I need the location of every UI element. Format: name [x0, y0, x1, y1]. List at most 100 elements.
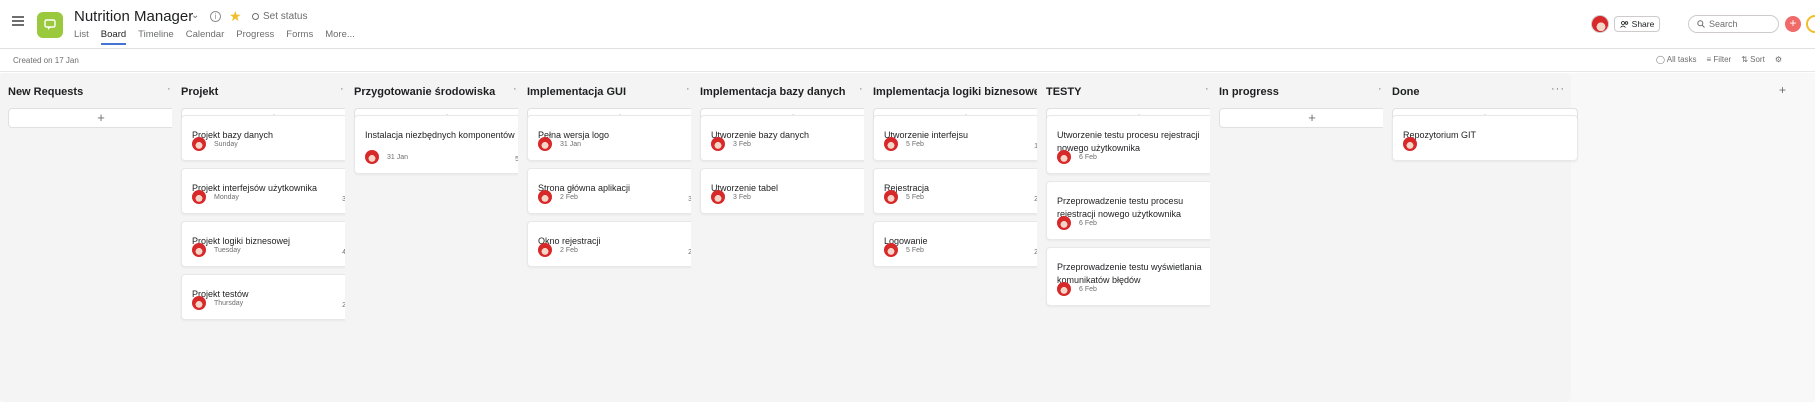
due-date[interactable]: 2 Feb: [560, 247, 578, 254]
add-task-button[interactable]: +: [8, 108, 194, 128]
tab-progress[interactable]: Progress: [236, 29, 274, 45]
chevron-down-icon[interactable]: ⌄: [191, 10, 199, 21]
task-footer: 5 Feb: [884, 137, 924, 151]
assignee-avatar[interactable]: [538, 137, 552, 151]
tab-more[interactable]: More...: [325, 29, 355, 45]
project-icon: [37, 12, 63, 38]
task-footer: 3 Feb: [711, 137, 751, 151]
due-date[interactable]: 5 Feb: [906, 247, 924, 254]
project-title[interactable]: Nutrition Manager: [74, 8, 193, 25]
task-card[interactable]: Utworzenie tabel 3 Feb: [700, 168, 886, 214]
people-icon: [1619, 20, 1628, 28]
due-date[interactable]: 6 Feb: [1079, 286, 1097, 293]
column-title[interactable]: Done: [1392, 86, 1420, 98]
assignee-avatar[interactable]: [538, 190, 552, 204]
task-card[interactable]: Utworzenie interfejsu5 Feb1: [873, 115, 1059, 161]
info-icon[interactable]: i: [210, 11, 221, 22]
assignee-avatar[interactable]: [1057, 216, 1071, 230]
task-card[interactable]: Utworzenie testu procesu rejestracji now…: [1046, 115, 1232, 174]
tab-timeline[interactable]: Timeline: [138, 29, 174, 45]
due-date[interactable]: Thursday: [214, 300, 243, 307]
task-card[interactable]: Projekt logiki biznesowejTuesday4: [181, 221, 367, 267]
assignee-avatar[interactable]: [1403, 137, 1417, 151]
column-title[interactable]: Projekt: [181, 86, 218, 98]
assignee-avatar[interactable]: [365, 150, 379, 164]
due-date[interactable]: 31 Jan: [560, 141, 581, 148]
assignee-avatar[interactable]: [1057, 282, 1071, 296]
column-title[interactable]: In progress: [1219, 86, 1279, 98]
search-input[interactable]: Search: [1688, 15, 1779, 33]
task-card[interactable]: Przeprowadzenie testu procesu rejestracj…: [1046, 181, 1232, 240]
column-title[interactable]: Przygotowanie środowiska: [354, 86, 495, 98]
column-title[interactable]: Implementacja bazy danych: [700, 86, 846, 98]
share-button[interactable]: Share: [1614, 16, 1660, 32]
assignee-avatar[interactable]: [1057, 150, 1071, 164]
assignee-avatar[interactable]: [884, 190, 898, 204]
column-title[interactable]: New Requests: [8, 86, 83, 98]
share-label: Share: [1631, 19, 1655, 29]
column-title[interactable]: Implementacja GUI: [527, 86, 626, 98]
star-icon[interactable]: ★: [229, 8, 242, 25]
tab-calendar[interactable]: Calendar: [186, 29, 225, 45]
task-card[interactable]: Strona główna aplikacji2 Feb3: [527, 168, 713, 214]
create-button[interactable]: +: [1785, 16, 1801, 32]
add-section-button[interactable]: +: [1779, 83, 1786, 97]
filter-button[interactable]: ≡ Filter: [1707, 55, 1732, 64]
column: New Requests···+: [0, 73, 194, 402]
due-date[interactable]: Sunday: [214, 141, 238, 148]
task-footer: Monday: [192, 190, 239, 204]
avatar[interactable]: [1591, 15, 1609, 33]
all-tasks-button[interactable]: ◯ All tasks: [1656, 55, 1697, 64]
task-card[interactable]: Projekt interfejsów użytkownikaMonday3: [181, 168, 367, 214]
due-date[interactable]: 3 Feb: [733, 194, 751, 201]
assignee-avatar[interactable]: [884, 243, 898, 257]
due-date[interactable]: 6 Feb: [1079, 220, 1097, 227]
assignee-avatar[interactable]: [192, 243, 206, 257]
task-card[interactable]: Projekt bazy danych Sunday: [181, 115, 367, 161]
task-card[interactable]: Repozytorium GIT: [1392, 115, 1578, 161]
assignee-avatar[interactable]: [538, 243, 552, 257]
assignee-avatar[interactable]: [192, 190, 206, 204]
due-date[interactable]: 5 Feb: [906, 194, 924, 201]
due-date[interactable]: Tuesday: [214, 247, 241, 254]
column-title[interactable]: Implementacja logiki biznesowej: [873, 86, 1043, 98]
assignee-avatar[interactable]: [711, 190, 725, 204]
tab-board[interactable]: Board: [100, 29, 127, 45]
due-date[interactable]: 5 Feb: [906, 141, 924, 148]
task-footer: Thursday: [192, 296, 243, 310]
set-status-button[interactable]: Set status: [263, 11, 307, 22]
settings-icon[interactable]: ⚙: [1775, 55, 1782, 64]
more-icon[interactable]: ···: [1551, 83, 1565, 95]
task-card[interactable]: Rejestracja5 Feb2: [873, 168, 1059, 214]
due-date[interactable]: Monday: [214, 194, 239, 201]
assignee-avatar[interactable]: [711, 137, 725, 151]
task-card[interactable]: Przeprowadzenie testu wyświetlania komun…: [1046, 247, 1232, 306]
filter-label: Filter: [1713, 55, 1732, 64]
task-card[interactable]: Okno rejestracji2 Feb2: [527, 221, 713, 267]
due-date[interactable]: 2 Feb: [560, 194, 578, 201]
task-footer: 5 Feb: [884, 190, 924, 204]
tab-list[interactable]: List: [74, 29, 89, 45]
task-card[interactable]: Pełna wersja logo 31 Jan: [527, 115, 713, 161]
task-card[interactable]: Utworzenie bazy danych 3 Feb: [700, 115, 886, 161]
assignee-avatar[interactable]: [192, 137, 206, 151]
due-date[interactable]: 3 Feb: [733, 141, 751, 148]
help-icon[interactable]: [1806, 15, 1815, 33]
tab-forms[interactable]: Forms: [286, 29, 313, 45]
task-footer: 2 Feb: [538, 243, 578, 257]
task-footer: 3 Feb: [711, 190, 751, 204]
task-card[interactable]: Instalacja niezbędnych komponentów 31 Jan…: [354, 115, 540, 174]
due-date[interactable]: 6 Feb: [1079, 154, 1097, 161]
due-date[interactable]: 31 Jan: [387, 154, 408, 161]
column-title[interactable]: TESTY: [1046, 86, 1081, 98]
task-card[interactable]: Projekt testówThursday2: [181, 274, 367, 320]
menu-icon[interactable]: [12, 16, 24, 26]
assignee-avatar[interactable]: [192, 296, 206, 310]
sort-button[interactable]: ⇅ Sort: [1741, 55, 1765, 64]
search-placeholder: Search: [1709, 19, 1738, 29]
assignee-avatar[interactable]: [884, 137, 898, 151]
task-footer: 5 Feb: [884, 243, 924, 257]
task-card[interactable]: Logowanie5 Feb2: [873, 221, 1059, 267]
add-task-button[interactable]: +: [1219, 108, 1405, 128]
column: Przygotowanie środowiska···+Instalacja n…: [345, 73, 540, 402]
